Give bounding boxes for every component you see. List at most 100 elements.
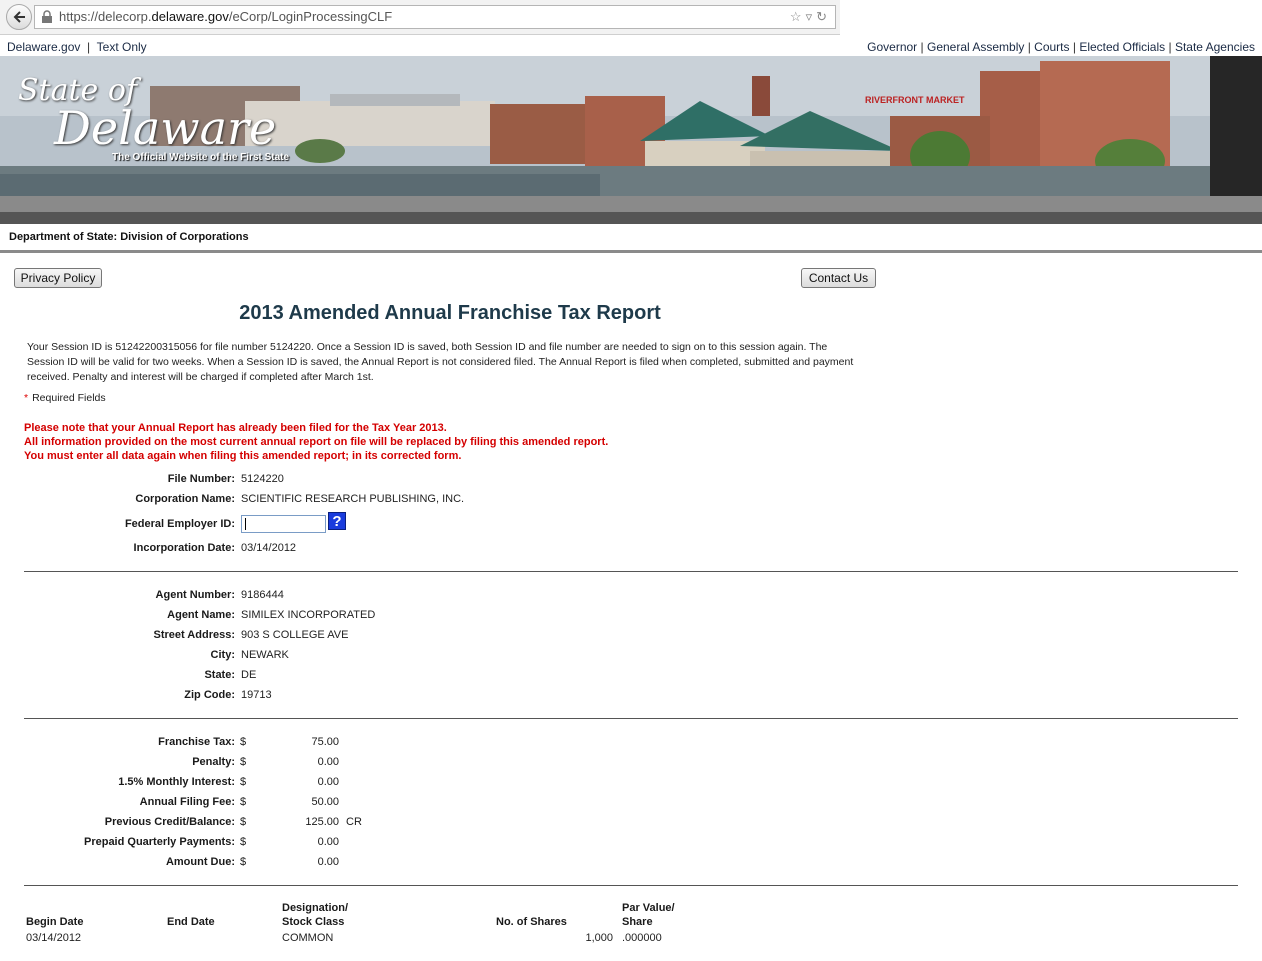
page-title: 2013 Amended Annual Franchise Tax Report [239, 302, 661, 324]
zip-value: 19713 [241, 689, 272, 701]
contact-us-button[interactable]: Contact Us [801, 268, 876, 288]
stock-class: COMMON [282, 932, 334, 944]
field-label: File Number: [167, 473, 235, 485]
tax-row: Annual Filing Fee: $50.00 [0, 796, 1262, 812]
warning-line: You must enter all data again when filin… [24, 450, 462, 462]
tax-row: 1.5% Monthly Interest: $0.00 [0, 776, 1262, 792]
col-header-designation: Designation/Stock Class [282, 901, 348, 929]
city-value: NEWARK [241, 649, 289, 661]
header-line: Designation/ [282, 902, 349, 914]
field-label: Franchise Tax: [158, 736, 235, 748]
department-bar: Department of State: Division of Corpora… [0, 224, 1262, 253]
section-divider [24, 571, 1238, 572]
bookmark-star-icon[interactable]: ☆ [790, 9, 806, 24]
department-label: Department of State: Division of Corpora… [9, 231, 249, 243]
top-links: Delaware.gov | Text Only Governor | Gene… [7, 40, 1255, 54]
agent-name-row: Agent Name: SIMILEX INCORPORATED [0, 609, 1262, 625]
col-header-begin-date: Begin Date [26, 916, 84, 928]
field-label: Street Address: [153, 629, 235, 641]
tax-row: Franchise Tax: $75.00 [0, 736, 1262, 752]
section-divider [24, 718, 1238, 719]
zip-row: Zip Code: 19713 [0, 689, 1262, 705]
link-courts[interactable]: Courts [1034, 40, 1069, 54]
link-governor[interactable]: Governor [867, 40, 917, 54]
tax-amount: 50.00 [311, 796, 339, 808]
warning-line: Please note that your Annual Report has … [24, 422, 447, 434]
tax-amount: 125.00 [305, 816, 339, 828]
tax-suffix: CR [346, 816, 362, 828]
field-label: 1.5% Monthly Interest: [118, 776, 235, 788]
corp-name-value: SCIENTIFIC RESEARCH PUBLISHING, INC. [241, 493, 465, 505]
required-fields-note: * Required Fields [24, 392, 106, 404]
street-row: Street Address: 903 S COLLEGE AVE [0, 629, 1262, 645]
currency-symbol: $ [240, 816, 247, 828]
federal-employer-id-input[interactable] [241, 515, 326, 533]
header-line: Share [622, 916, 653, 928]
back-button[interactable] [6, 4, 32, 30]
link-state-agencies[interactable]: State Agencies [1175, 40, 1255, 54]
back-arrow-icon [13, 11, 25, 23]
tax-row: Penalty: $0.00 [0, 756, 1262, 772]
field-label: Federal Employer ID: [124, 518, 235, 530]
banner-divider [0, 196, 1262, 212]
field-label: Incorporation Date: [133, 542, 235, 554]
field-label: Zip Code: [184, 689, 235, 701]
logo-delaware: Delaware [54, 101, 277, 155]
col-header-par-value: Par Value/Share [622, 901, 675, 929]
currency-symbol: $ [240, 736, 247, 748]
currency-symbol: $ [240, 756, 247, 768]
col-header-end-date: End Date [167, 916, 215, 928]
street-value: 903 S COLLEGE AVE [241, 629, 349, 641]
field-label: Corporation Name: [135, 493, 235, 505]
warning-line: All information provided on the most cur… [24, 436, 609, 448]
fein-row: Federal Employer ID: [0, 518, 1262, 534]
agent-number-row: Agent Number: 9186444 [0, 589, 1262, 605]
tax-amount: 0.00 [317, 756, 339, 768]
browser-toolbar: https://delecorp.delaware.gov/eCorp/Logi… [0, 0, 840, 35]
url-actions: ☆▿↻ [790, 6, 831, 28]
field-label: Agent Name: [167, 609, 235, 621]
field-label: Prepaid Quarterly Payments: [83, 836, 235, 848]
required-star: * [24, 392, 29, 404]
banner-divider-dark [0, 212, 1262, 224]
tax-amount: 75.00 [311, 736, 339, 748]
required-label: Required Fields [32, 392, 106, 404]
currency-symbol: $ [240, 836, 247, 848]
tax-row: Prepaid Quarterly Payments: $0.00 [0, 836, 1262, 852]
dropdown-icon[interactable]: ▿ [806, 9, 817, 24]
market-sign: RIVERFRONT MARKET [865, 95, 965, 105]
file-number-row: File Number: 5124220 [0, 473, 1262, 489]
header-banner: RIVERFRONT MARKET State of Delaware The … [0, 56, 1262, 196]
reload-icon[interactable]: ↻ [816, 9, 831, 24]
privacy-policy-button[interactable]: Privacy Policy [14, 268, 102, 288]
field-label: State: [204, 669, 235, 681]
currency-symbol: $ [240, 796, 247, 808]
link-elected-officials[interactable]: Elected Officials [1079, 40, 1165, 54]
agent-number-value: 9186444 [241, 589, 284, 601]
currency-symbol: $ [240, 776, 247, 788]
tax-amount: 0.00 [317, 776, 339, 788]
tax-amount: 0.00 [317, 836, 339, 848]
link-text-only[interactable]: Text Only [97, 40, 147, 54]
agent-name-value: SIMILEX INCORPORATED [241, 609, 376, 621]
header-line: Stock Class [282, 916, 345, 928]
state-logo[interactable]: State of Delaware The Official Website o… [18, 76, 290, 164]
url-field[interactable]: https://delecorp.delaware.gov/eCorp/Logi… [34, 5, 836, 29]
col-header-shares: No. of Shares [496, 916, 567, 928]
url-text: https://delecorp.delaware.gov/eCorp/Logi… [59, 9, 393, 24]
inc-date-value: 03/14/2012 [241, 542, 297, 554]
field-label: Previous Credit/Balance: [104, 816, 235, 828]
state-value: DE [241, 669, 257, 681]
tax-row: Previous Credit/Balance: $125.00 CR [0, 816, 1262, 832]
logo-tagline: The Official Website of the First State [112, 152, 290, 163]
link-general-assembly[interactable]: General Assembly [927, 40, 1024, 54]
link-delaware-gov[interactable]: Delaware.gov [7, 40, 80, 54]
tax-amount: 0.00 [317, 856, 339, 868]
field-label: Penalty: [192, 756, 235, 768]
tax-row: Amount Due: $0.00 [0, 856, 1262, 872]
corp-name-row: Corporation Name: SCIENTIFIC RESEARCH PU… [0, 493, 1262, 509]
help-icon[interactable]: ? [328, 512, 346, 530]
stock-begin-date: 03/14/2012 [26, 932, 82, 944]
field-label: Annual Filing Fee: [139, 796, 235, 808]
stock-par-value: .000000 [622, 932, 662, 944]
